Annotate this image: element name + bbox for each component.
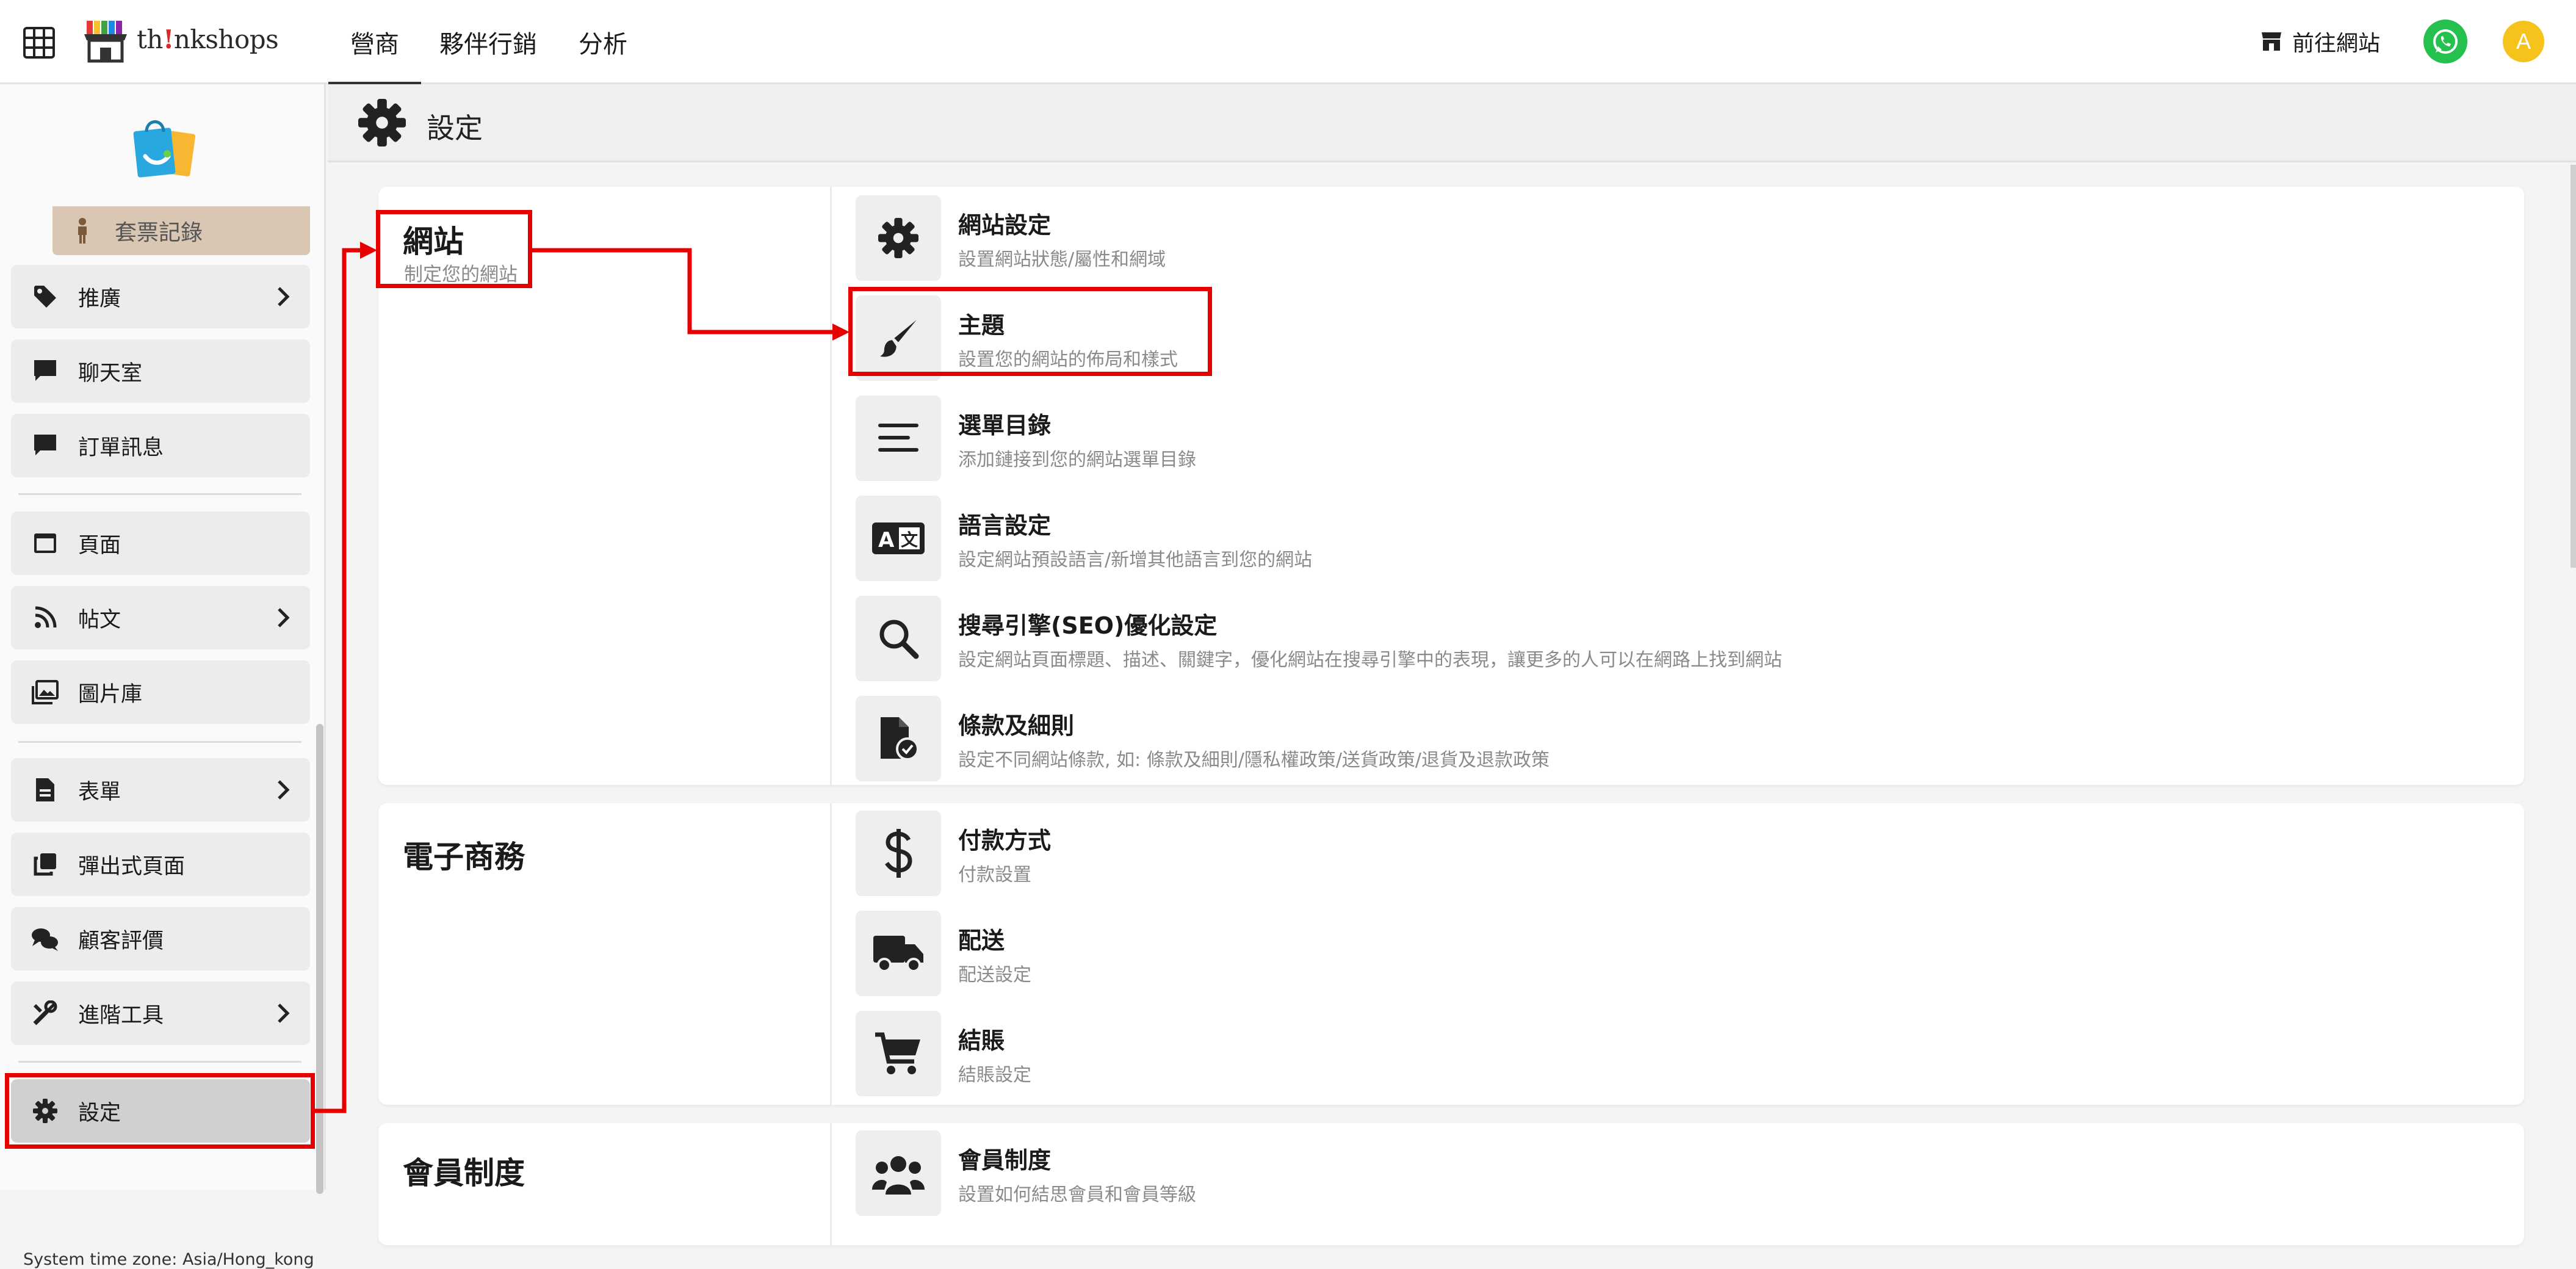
arrow-settings-to-website [315, 248, 364, 1113]
annotation-arrows [315, 242, 850, 1113]
arrowhead [832, 324, 850, 341]
system-timezone: System time zone: Asia/Hong_kong [23, 1250, 314, 1269]
arrowhead [360, 242, 377, 259]
arrow-website-to-theme [532, 248, 836, 334]
